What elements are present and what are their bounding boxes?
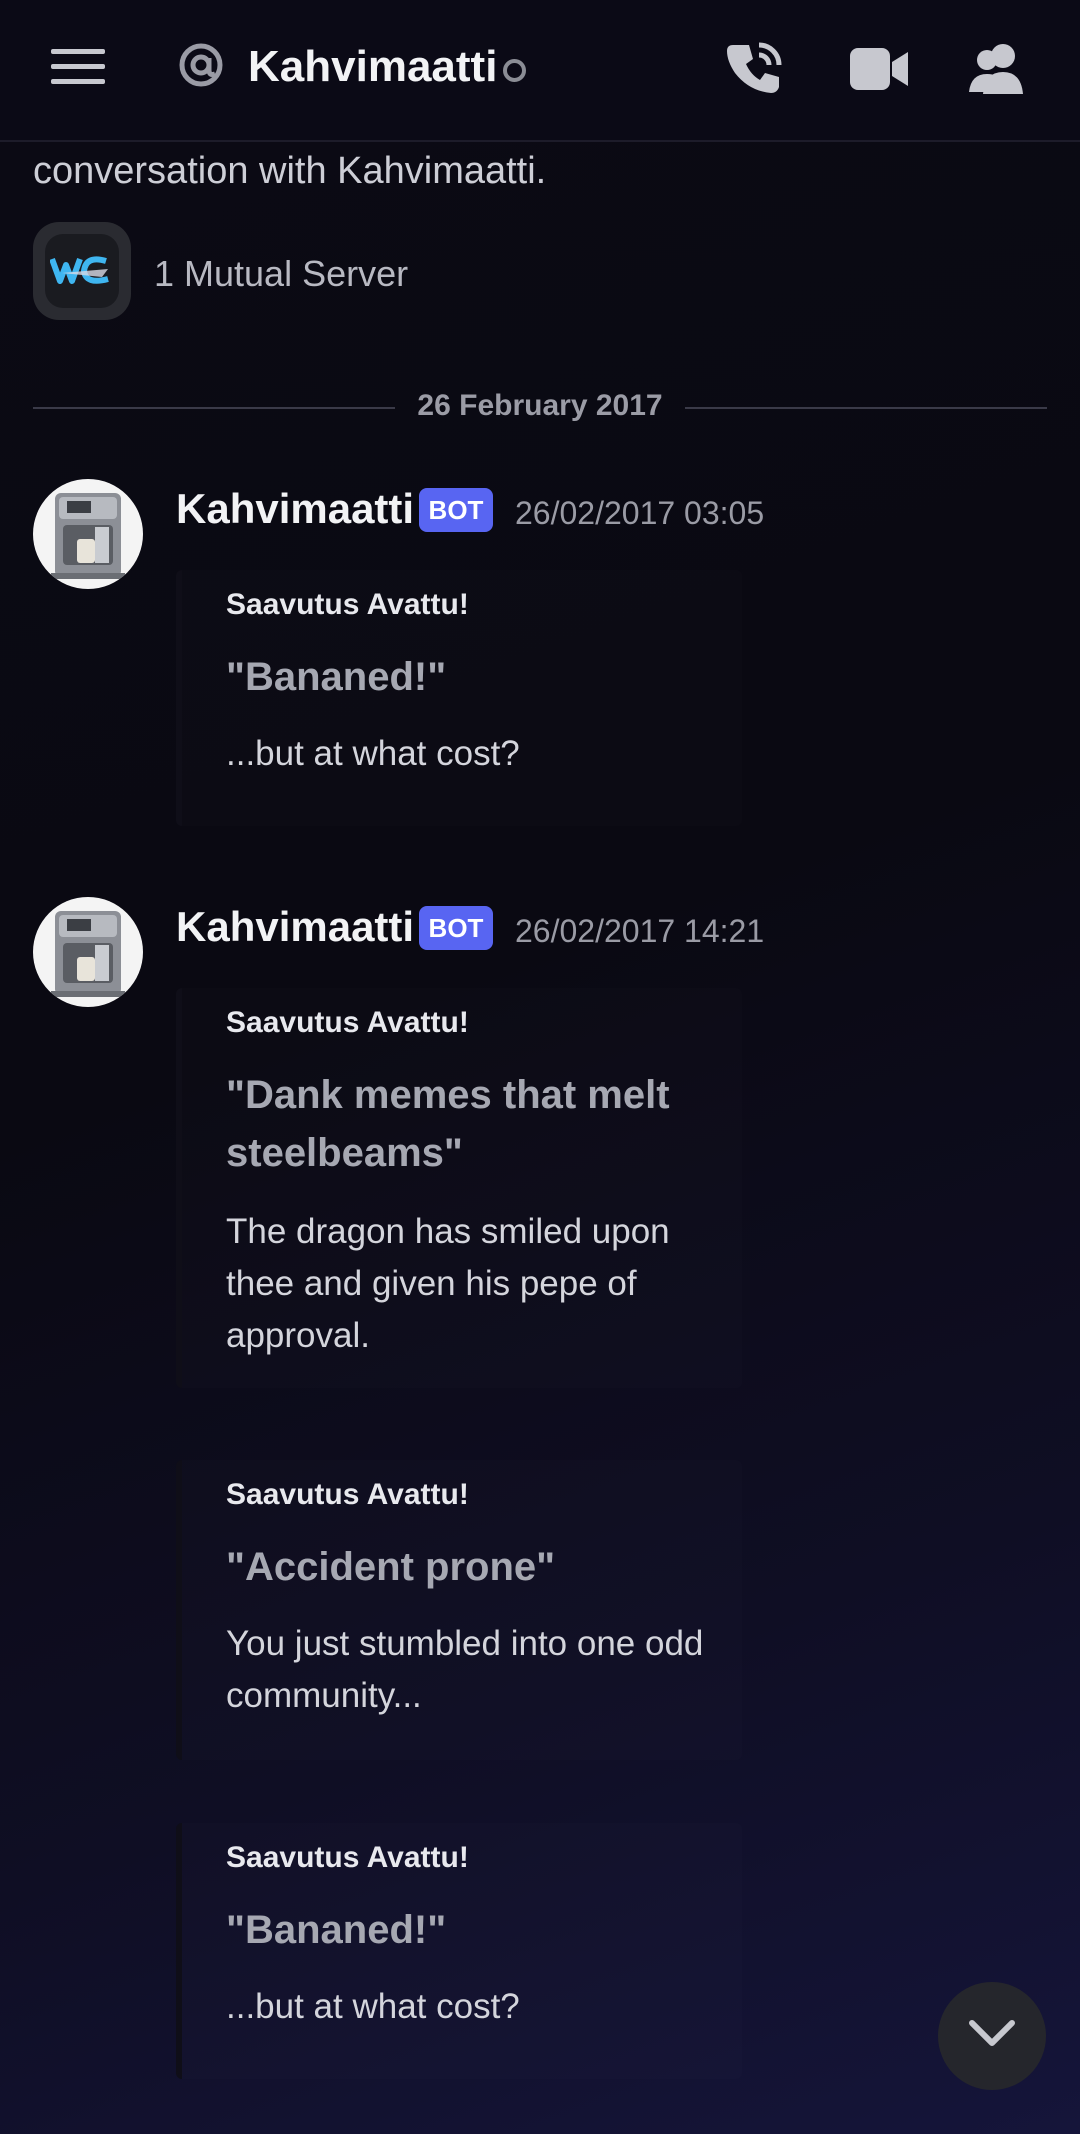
phone-call-icon[interactable] bbox=[720, 36, 790, 102]
mutual-server-icon[interactable] bbox=[33, 222, 131, 320]
message-timestamp: 26/02/2017 03:05 bbox=[515, 495, 765, 531]
embed-description: ...but at what cost? bbox=[226, 1987, 520, 2026]
at-sign-icon bbox=[176, 40, 226, 90]
embed-description: ...but at what cost? bbox=[226, 734, 520, 773]
embed-author: Saavutus Avattu! bbox=[226, 1841, 469, 1874]
achievement-embed: Saavutus Avattu! "Bananed!" ...but at wh… bbox=[176, 570, 742, 826]
divider-line-left bbox=[33, 407, 395, 409]
embed-description: You just stumbled into one odd community… bbox=[226, 1624, 704, 1715]
embed-author: Saavutus Avattu! bbox=[226, 588, 469, 621]
avatar[interactable] bbox=[33, 479, 143, 589]
embed-author: Saavutus Avattu! bbox=[226, 1478, 469, 1511]
scroll-to-bottom-button[interactable] bbox=[938, 1982, 1046, 2090]
members-icon[interactable] bbox=[962, 36, 1032, 102]
embed-author: Saavutus Avattu! bbox=[226, 1006, 469, 1039]
achievement-embed: Saavutus Avattu! "Accident prone" You ju… bbox=[176, 1460, 742, 1760]
message-timestamp: 26/02/2017 14:21 bbox=[515, 913, 765, 949]
message-author[interactable]: Kahvimaatti bbox=[176, 485, 414, 533]
avatar[interactable] bbox=[33, 897, 143, 1007]
mutual-servers-text[interactable]: 1 Mutual Server bbox=[154, 253, 408, 295]
video-camera-icon[interactable] bbox=[844, 36, 914, 102]
bot-badge: BOT bbox=[419, 488, 493, 532]
embed-title: "Accident prone" bbox=[226, 1545, 556, 1589]
achievement-embed: Saavutus Avattu! "Bananed!" ...but at wh… bbox=[176, 1823, 742, 2079]
date-divider: 26 February 2017 bbox=[417, 389, 663, 422]
embed-description: The dragon has smiled upon thee and give… bbox=[226, 1212, 670, 1355]
chevron-down-icon bbox=[968, 2019, 1016, 2054]
channel-name[interactable]: Kahvimaatti bbox=[248, 42, 497, 92]
embed-title: "Dank memes that melt steelbeams" bbox=[226, 1073, 670, 1175]
achievement-embed: Saavutus Avattu! "Dank memes that melt s… bbox=[176, 988, 742, 1388]
status-indicator bbox=[503, 59, 526, 82]
hamburger-menu-icon[interactable] bbox=[40, 36, 116, 98]
embed-title: "Bananed!" bbox=[226, 655, 447, 699]
bot-badge: BOT bbox=[419, 906, 493, 950]
message-author[interactable]: Kahvimaatti bbox=[176, 903, 414, 951]
intro-text: conversation with Kahvimaatti. bbox=[33, 150, 547, 192]
embed-title: "Bananed!" bbox=[226, 1908, 447, 1952]
divider-line-right bbox=[685, 407, 1047, 409]
top-bar: Kahvimaatti bbox=[0, 0, 1080, 142]
